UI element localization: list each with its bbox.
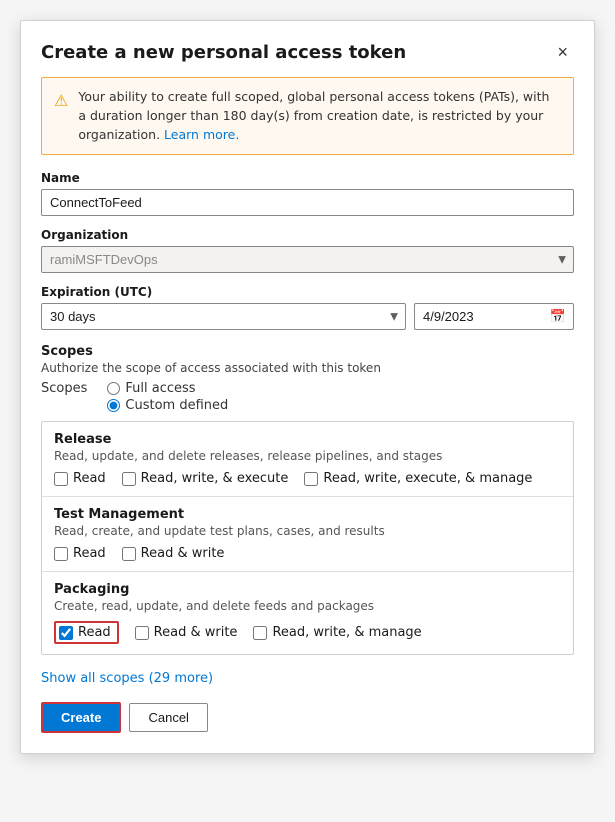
packaging-title: Packaging — [54, 582, 561, 597]
org-select[interactable]: ramiMSFTDevOps — [41, 246, 574, 273]
warning-banner: ⚠ Your ability to create full scoped, gl… — [41, 77, 574, 155]
date-input-wrap: 📅 — [414, 303, 574, 330]
release-read-text: Read — [73, 471, 106, 486]
full-access-radio-label[interactable]: Full access — [107, 381, 195, 396]
name-input[interactable] — [41, 189, 574, 216]
close-button[interactable]: × — [551, 41, 574, 63]
scopes-desc: Authorize the scope of access associated… — [41, 361, 574, 375]
release-full-label[interactable]: Read, write, execute, & manage — [304, 471, 532, 486]
packaging-read-write-checkbox[interactable] — [135, 626, 149, 640]
full-access-radio[interactable] — [107, 382, 120, 395]
test-read-write-text: Read & write — [141, 546, 225, 561]
packaging-full-checkbox[interactable] — [253, 626, 267, 640]
expiry-col: Expiration (UTC) 30 days 60 days 90 days… — [41, 285, 406, 330]
release-read-write-execute-text: Read, write, & execute — [141, 471, 289, 486]
test-read-text: Read — [73, 546, 106, 561]
show-all-count: (29 more) — [149, 671, 214, 686]
release-read-write-execute-label[interactable]: Read, write, & execute — [122, 471, 289, 486]
expiry-select[interactable]: 30 days 60 days 90 days 180 days 1 year … — [41, 303, 406, 330]
release-read-write-execute-checkbox[interactable] — [122, 472, 136, 486]
expiry-select-wrapper: 30 days 60 days 90 days 180 days 1 year … — [41, 303, 406, 330]
learn-more-link[interactable]: Learn more. — [164, 127, 239, 142]
release-full-text: Read, write, execute, & manage — [323, 471, 532, 486]
org-label: Organization — [41, 228, 574, 242]
test-management-desc: Read, create, and update test plans, cas… — [54, 524, 561, 538]
expiry-row: Expiration (UTC) 30 days 60 days 90 days… — [41, 285, 574, 330]
test-read-label[interactable]: Read — [54, 546, 106, 561]
packaging-desc: Create, read, update, and delete feeds a… — [54, 599, 561, 613]
custom-defined-radio[interactable] — [107, 399, 120, 412]
test-management-title: Test Management — [54, 507, 561, 522]
scopes-title: Scopes — [41, 344, 574, 359]
scopes-section: Scopes Authorize the scope of access ass… — [41, 344, 574, 655]
name-label: Name — [41, 171, 574, 185]
test-read-checkbox[interactable] — [54, 547, 68, 561]
packaging-full-label[interactable]: Read, write, & manage — [253, 621, 421, 644]
name-field-group: Name — [41, 171, 574, 216]
custom-defined-row: Scopes Custom defined — [41, 398, 574, 413]
cancel-button[interactable]: Cancel — [129, 703, 207, 732]
test-read-write-checkbox[interactable] — [122, 547, 136, 561]
warning-icon: ⚠ — [54, 89, 68, 144]
packaging-read-label[interactable]: Read — [54, 621, 119, 644]
dialog-footer: Create Cancel — [41, 702, 574, 733]
dialog-title: Create a new personal access token — [41, 42, 406, 63]
packaging-read-write-text: Read & write — [154, 625, 238, 640]
packaging-checkboxes: Read Read & write Read, write, & manage — [54, 621, 561, 644]
dialog-header: Create a new personal access token × — [41, 41, 574, 63]
test-read-write-label[interactable]: Read & write — [122, 546, 225, 561]
full-access-label: Full access — [125, 381, 195, 396]
release-title: Release — [54, 432, 561, 447]
scopes-radio-row: Scopes Full access — [41, 381, 574, 396]
scopes-scrollable[interactable]: Release Read, update, and delete release… — [41, 421, 574, 655]
custom-defined-label: Custom defined — [125, 398, 228, 413]
release-full-checkbox[interactable] — [304, 472, 318, 486]
packaging-read-text: Read — [78, 625, 111, 640]
release-read-checkbox[interactable] — [54, 472, 68, 486]
org-select-wrapper: ramiMSFTDevOps ▼ — [41, 246, 574, 273]
packaging-read-write-label[interactable]: Read & write — [135, 621, 238, 644]
date-input[interactable] — [414, 303, 574, 330]
scope-section-test-management: Test Management Read, create, and update… — [42, 497, 573, 572]
scope-section-packaging: Packaging Create, read, update, and dele… — [42, 572, 573, 654]
packaging-read-checkbox[interactable] — [59, 626, 73, 640]
custom-defined-radio-label[interactable]: Custom defined — [107, 398, 228, 413]
create-pat-dialog: Create a new personal access token × ⚠ Y… — [20, 20, 595, 754]
show-all-link[interactable]: Show all scopes (29 more) — [41, 671, 213, 686]
packaging-full-text: Read, write, & manage — [272, 625, 421, 640]
release-desc: Read, update, and delete releases, relea… — [54, 449, 561, 463]
scopes-sub-label: Scopes — [41, 381, 87, 396]
release-checkboxes: Read Read, write, & execute Read, write,… — [54, 471, 561, 486]
show-all-label: Show all scopes — [41, 671, 144, 686]
show-all-row: Show all scopes (29 more) — [41, 663, 574, 686]
date-col: 📅 — [414, 285, 574, 330]
test-management-checkboxes: Read Read & write — [54, 546, 561, 561]
org-field-group: Organization ramiMSFTDevOps ▼ — [41, 228, 574, 273]
scope-section-release: Release Read, update, and delete release… — [42, 422, 573, 497]
date-label — [414, 285, 574, 299]
expiry-label: Expiration (UTC) — [41, 285, 406, 299]
warning-text: Your ability to create full scoped, glob… — [78, 88, 561, 144]
release-read-label[interactable]: Read — [54, 471, 106, 486]
create-button[interactable]: Create — [41, 702, 121, 733]
